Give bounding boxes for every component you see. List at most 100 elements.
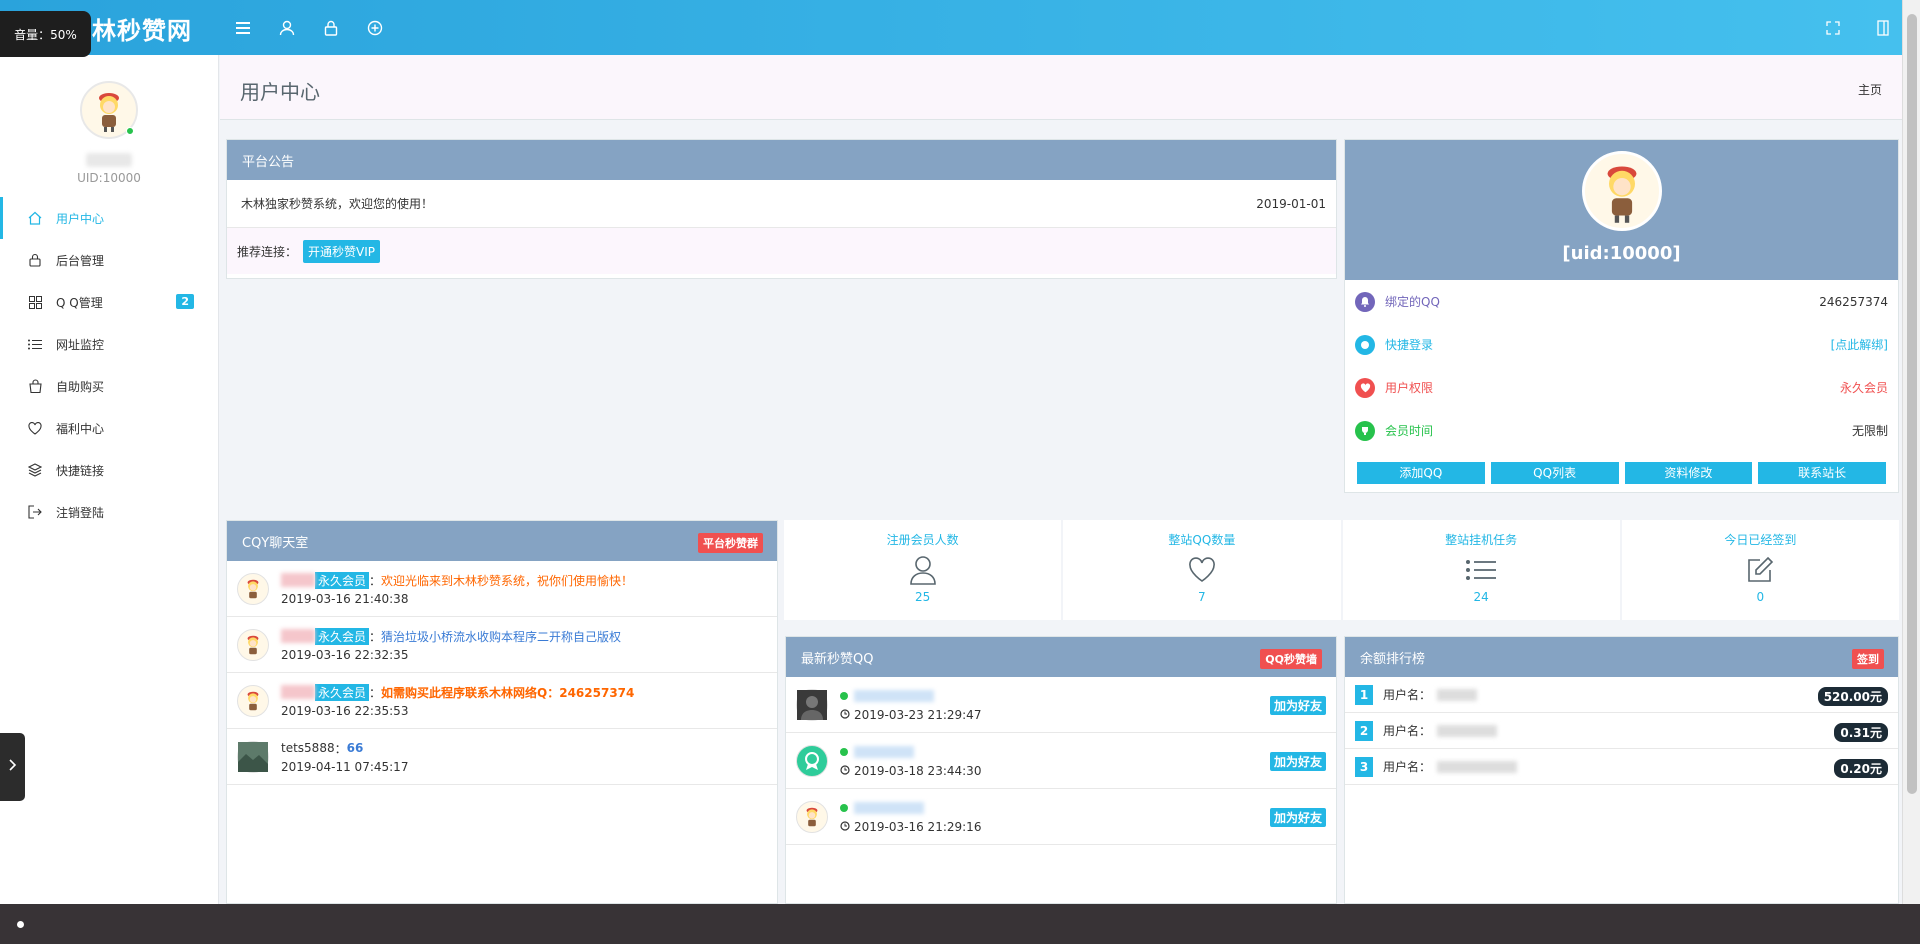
stat-value: 24 [1473, 590, 1489, 604]
balance-badge: 0.20元 [1834, 759, 1888, 778]
add-qq-button[interactable]: 添加QQ [1357, 462, 1485, 484]
sign-in-tag[interactable]: 签到 [1852, 649, 1884, 669]
qq-count-badge: 2 [176, 294, 194, 309]
brand-logo[interactable]: 林秒赞网 [92, 11, 192, 46]
ranking-title: 余额排行榜 [1360, 651, 1426, 667]
contact-admin-button[interactable]: 联系站长 [1758, 462, 1886, 484]
side-toggle-button[interactable] [0, 733, 25, 801]
table-row: 1 用户名： 520.00元 [1345, 677, 1898, 713]
sidebar: UID:10000 用户中心 后台管理 Q Q管理 2 网址监控 自助购买 福利… [0, 55, 219, 904]
online-status-dot [840, 747, 848, 756]
bottom-bar [0, 904, 1920, 944]
online-status-dot [840, 691, 848, 700]
sidebar-item-logout[interactable]: 注销登陆 [0, 491, 218, 533]
bound-qq-value: 246257374 [1819, 294, 1888, 309]
balance-badge: 520.00元 [1817, 687, 1888, 706]
username-blurred [281, 573, 315, 587]
chat-message: 欢迎光临来到木林秒赞系统，祝你们使用愉快！ [381, 573, 634, 588]
chat-room-header: CQY聊天室 平台秒赞群 [227, 521, 777, 561]
rank-number: 1 [1355, 684, 1373, 705]
open-vip-button[interactable]: 开通秒赞VIP [303, 239, 381, 263]
member-badge: 永久会员 [315, 683, 370, 701]
stat-signed-today: 今日已经签到 0 [1621, 520, 1899, 620]
sidebar-uid: UID:10000 [77, 171, 141, 185]
qq-wall-tag[interactable]: QQ秒赞墙 [1260, 649, 1322, 669]
quick-login-label: 快捷登录 [1385, 338, 1434, 352]
sidebar-item-qq-manage[interactable]: Q Q管理 2 [0, 281, 218, 323]
newest-qq-title: 最新秒赞QQ [801, 651, 874, 667]
chat-message: 猜治垃圾小桥流水收购本程序二开称自己版权 [381, 629, 622, 644]
avatar [796, 800, 828, 833]
heart-icon [1355, 377, 1375, 398]
chat-username: tets5888 [281, 741, 335, 755]
aside-toggle-icon[interactable] [1872, 17, 1894, 39]
online-status-dot [840, 803, 848, 812]
member-time-value: 无限制 [1851, 424, 1888, 438]
add-friend-button[interactable]: 加为好友 [1269, 752, 1326, 771]
fullscreen-icon[interactable] [1822, 17, 1844, 39]
list-icon [1343, 550, 1620, 590]
page-header: 用户中心 主页 [220, 55, 1902, 120]
menu-icon[interactable] [232, 17, 254, 39]
balance-badge: 0.31元 [1834, 723, 1888, 742]
announcement-header: 平台公告 [227, 140, 1336, 180]
add-friend-button[interactable]: 加为好友 [1269, 696, 1326, 715]
avatar [796, 688, 828, 721]
chat-time: 2019-04-11 07:45:17 [281, 760, 409, 774]
qq-list-button[interactable]: QQ列表 [1490, 462, 1619, 484]
sidebar-item-self-purchase[interactable]: 自助购买 [0, 365, 218, 407]
member-badge: 永久会员 [315, 571, 370, 589]
add-friend-button[interactable]: 加为好友 [1269, 808, 1326, 827]
platform-group-tag[interactable]: 平台秒赞群 [698, 533, 763, 553]
sidebar-item-label: Q Q管理 [56, 295, 103, 310]
avatar[interactable] [1581, 151, 1662, 231]
home-link[interactable]: 主页 [1858, 81, 1882, 98]
lock-icon[interactable] [320, 17, 342, 39]
edit-profile-button[interactable]: 资料修改 [1624, 462, 1753, 484]
qq-name-blurred [854, 689, 934, 702]
sidebar-item-url-monitor[interactable]: 网址监控 [0, 323, 218, 365]
page-title: 用户中心 [240, 80, 320, 104]
clock-icon [840, 764, 850, 778]
avatar[interactable] [80, 81, 138, 139]
announcement-panel: 平台公告 木林独家秒赞系统，欢迎您的使用！ 2019-01-01 推荐连接： 开… [226, 139, 1337, 279]
rank-number: 2 [1355, 720, 1373, 741]
chat-room-title: CQY聊天室 [242, 535, 309, 551]
announcement-date: 2019-01-01 [1256, 196, 1326, 211]
sidebar-item-welfare[interactable]: 福利中心 [0, 407, 218, 449]
user-card-uid: [uid:10000] [1562, 243, 1681, 264]
trophy-icon [1355, 420, 1375, 441]
chat-icon [1355, 334, 1375, 355]
edit-icon [1622, 550, 1899, 590]
scrollbar-thumb[interactable] [1907, 14, 1917, 794]
rank-username-label: 用户名： [1383, 760, 1432, 774]
avatar [237, 628, 269, 661]
avatar [237, 684, 269, 717]
user-card-actions: 添加QQ QQ列表 资料修改 联系站长 [1345, 452, 1898, 484]
lock-icon [26, 253, 44, 267]
username-blurred [86, 153, 132, 167]
user-icon[interactable] [276, 17, 298, 39]
recommend-row: 推荐连接： 开通秒赞VIP [227, 228, 1336, 274]
sidebar-item-quick-links[interactable]: 快捷链接 [0, 449, 218, 491]
volume-overlay: 音量：50% [0, 11, 91, 57]
user-card: [uid:10000] 绑定的QQ 246257374 快捷登录 [点此解绑] … [1344, 139, 1899, 493]
table-row: 2 用户名： 0.31元 [1345, 713, 1898, 749]
sidebar-item-label: 自助购买 [56, 379, 105, 394]
rank-username-label: 用户名： [1383, 688, 1432, 702]
permission-value: 永久会员 [1839, 381, 1888, 395]
stat-total-tasks: 整站挂机任务 24 [1342, 520, 1620, 620]
page-scrollbar[interactable] [1902, 0, 1920, 904]
sidebar-item-user-center[interactable]: 用户中心 [0, 197, 218, 239]
sidebar-item-admin[interactable]: 后台管理 [0, 239, 218, 281]
unbind-link[interactable]: [点此解绑] [1831, 336, 1888, 353]
stat-label: 整站QQ数量 [1168, 533, 1236, 547]
recommend-label: 推荐连接： [237, 244, 298, 259]
permission-row: 用户权限 永久会员 [1345, 366, 1898, 409]
avatar [237, 572, 269, 605]
chat-message: 66 [346, 741, 364, 755]
add-circle-icon[interactable] [364, 17, 386, 39]
announcement-text: 木林独家秒赞系统，欢迎您的使用！ [241, 197, 434, 211]
stat-value: 25 [914, 590, 931, 604]
chat-time: 2019-03-16 21:40:38 [281, 592, 409, 606]
